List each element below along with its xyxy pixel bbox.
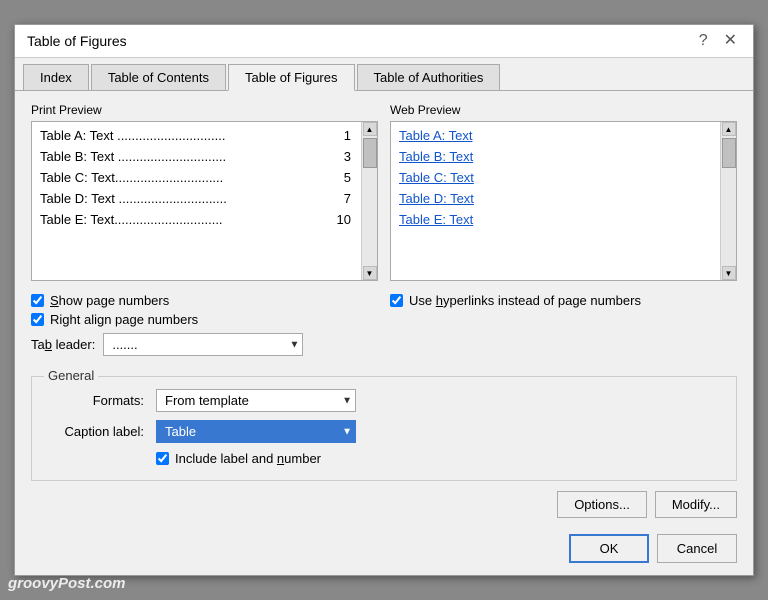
formats-row: Formats: From template Classic Distincti… xyxy=(48,389,720,412)
right-align-checkbox[interactable] xyxy=(31,313,44,326)
print-row-4: Table D: Text ..........................… xyxy=(40,191,351,206)
print-row-5-num: 10 xyxy=(337,212,351,227)
tab-table-of-figures[interactable]: Table of Figures xyxy=(228,64,355,91)
right-align-label: Right align page numbers xyxy=(50,312,198,327)
dialog-body: Print Preview Table A: Text ............… xyxy=(15,91,753,575)
action-buttons: Options... Modify... xyxy=(31,491,737,518)
preview-section: Print Preview Table A: Text ............… xyxy=(31,103,737,281)
scroll-down-arrow[interactable]: ▼ xyxy=(363,266,377,280)
scroll-up-arrow[interactable]: ▲ xyxy=(363,122,377,136)
use-hyperlinks-row: Use hyperlinks instead of page numbers xyxy=(390,293,737,308)
dialog-title: Table of Figures xyxy=(27,33,127,49)
title-bar-controls: ? ✕ xyxy=(695,33,741,49)
scrollbar-thumb[interactable] xyxy=(363,138,377,168)
show-page-numbers-label: Show page numbers xyxy=(50,293,169,308)
options-button[interactable]: Options... xyxy=(557,491,647,518)
use-hyperlinks-label: Use hyperlinks instead of page numbers xyxy=(409,293,641,308)
bottom-buttons: OK Cancel xyxy=(31,526,737,563)
right-align-text: Right align page numbers xyxy=(50,312,198,327)
web-scroll-down-arrow[interactable]: ▼ xyxy=(722,266,736,280)
print-row-2-text: Table B: Text ..........................… xyxy=(40,149,340,164)
web-preview-box: Table A: Text Table B: Text Table C: Tex… xyxy=(390,121,737,281)
watermark: groovyPost.com xyxy=(8,575,126,592)
web-link-2[interactable]: Table B: Text xyxy=(399,149,710,164)
close-button[interactable]: ✕ xyxy=(720,33,741,49)
web-preview-scrollbar[interactable]: ▲ ▼ xyxy=(720,122,736,280)
help-button[interactable]: ? xyxy=(695,33,712,49)
options-section: Show page numbers Right align page numbe… xyxy=(31,293,737,364)
caption-label-text: Caption label: xyxy=(48,424,148,439)
general-section-title: General xyxy=(44,368,98,383)
web-preview-label: Web Preview xyxy=(390,103,737,117)
tab-bar: Index Table of Contents Table of Figures… xyxy=(15,58,753,91)
caption-label-row: Caption label: Table Figure Equation ▼ xyxy=(48,420,720,443)
web-link-1[interactable]: Table A: Text xyxy=(399,128,710,143)
left-options-col: Show page numbers Right align page numbe… xyxy=(31,293,378,364)
caption-select-wrap: Table Figure Equation ▼ xyxy=(156,420,356,443)
print-row-1-text: Table A: Text ..........................… xyxy=(40,128,340,143)
print-row-5: Table E: Text...........................… xyxy=(40,212,351,227)
print-row-2-num: 3 xyxy=(344,149,351,164)
print-row-3: Table C: Text...........................… xyxy=(40,170,351,185)
formats-select-wrap: From template Classic Distinctive Center… xyxy=(156,389,356,412)
print-row-4-text: Table D: Text ..........................… xyxy=(40,191,340,206)
show-page-numbers-row: Show page numbers xyxy=(31,293,378,308)
print-row-3-text: Table C: Text...........................… xyxy=(40,170,340,185)
print-row-4-num: 7 xyxy=(344,191,351,206)
include-label-checkbox[interactable] xyxy=(156,452,169,465)
tab-table-of-authorities[interactable]: Table of Authorities xyxy=(357,64,501,90)
cancel-button[interactable]: Cancel xyxy=(657,534,737,563)
print-preview-scrollbar[interactable]: ▲ ▼ xyxy=(361,122,377,280)
web-scroll-up-arrow[interactable]: ▲ xyxy=(722,122,736,136)
use-hyperlinks-checkbox[interactable] xyxy=(390,294,403,307)
ok-button[interactable]: OK xyxy=(569,534,649,563)
general-section: General Formats: From template Classic D… xyxy=(31,376,737,481)
tab-leader-select-wrap: ....... (none) ------- _______ ▼ xyxy=(103,333,303,356)
show-page-numbers-checkbox[interactable] xyxy=(31,294,44,307)
caption-select[interactable]: Table Figure Equation xyxy=(156,420,356,443)
print-row-3-num: 5 xyxy=(344,170,351,185)
tab-leader-select[interactable]: ....... (none) ------- _______ xyxy=(103,333,303,356)
right-align-row: Right align page numbers xyxy=(31,312,378,327)
print-preview-content: Table A: Text ..........................… xyxy=(40,128,369,227)
print-row-5-text: Table E: Text...........................… xyxy=(40,212,333,227)
dialog: Table of Figures ? ✕ Index Table of Cont… xyxy=(14,24,754,576)
print-row-1-num: 1 xyxy=(344,128,351,143)
tab-leader-label: Tab leader: xyxy=(31,337,95,352)
include-label-text: Include label and number xyxy=(175,451,321,466)
web-link-4[interactable]: Table D: Text xyxy=(399,191,710,206)
print-preview-label: Print Preview xyxy=(31,103,378,117)
show-page-numbers-text: Show page numbers xyxy=(50,293,169,308)
title-bar: Table of Figures ? ✕ xyxy=(15,25,753,58)
web-link-5[interactable]: Table E: Text xyxy=(399,212,710,227)
print-row-2: Table B: Text ..........................… xyxy=(40,149,351,164)
include-label-row: Include label and number xyxy=(156,451,720,466)
right-options-col: Use hyperlinks instead of page numbers xyxy=(390,293,737,364)
tab-leader-row: Tab leader: ....... (none) ------- _____… xyxy=(31,333,378,356)
tab-table-of-contents[interactable]: Table of Contents xyxy=(91,64,226,90)
modify-button[interactable]: Modify... xyxy=(655,491,737,518)
include-label-label: Include label and number xyxy=(175,451,321,466)
print-preview-col: Print Preview Table A: Text ............… xyxy=(31,103,378,281)
web-scrollbar-thumb[interactable] xyxy=(722,138,736,168)
web-preview-content: Table A: Text Table B: Text Table C: Tex… xyxy=(399,128,728,227)
web-link-3[interactable]: Table C: Text xyxy=(399,170,710,185)
print-preview-box: Table A: Text ..........................… xyxy=(31,121,378,281)
tab-index[interactable]: Index xyxy=(23,64,89,90)
use-hyperlinks-text: Use hyperlinks instead of page numbers xyxy=(409,293,641,308)
print-row-1: Table A: Text ..........................… xyxy=(40,128,351,143)
web-preview-col: Web Preview Table A: Text Table B: Text … xyxy=(390,103,737,281)
formats-label: Formats: xyxy=(48,393,148,408)
formats-select[interactable]: From template Classic Distinctive Center… xyxy=(156,389,356,412)
